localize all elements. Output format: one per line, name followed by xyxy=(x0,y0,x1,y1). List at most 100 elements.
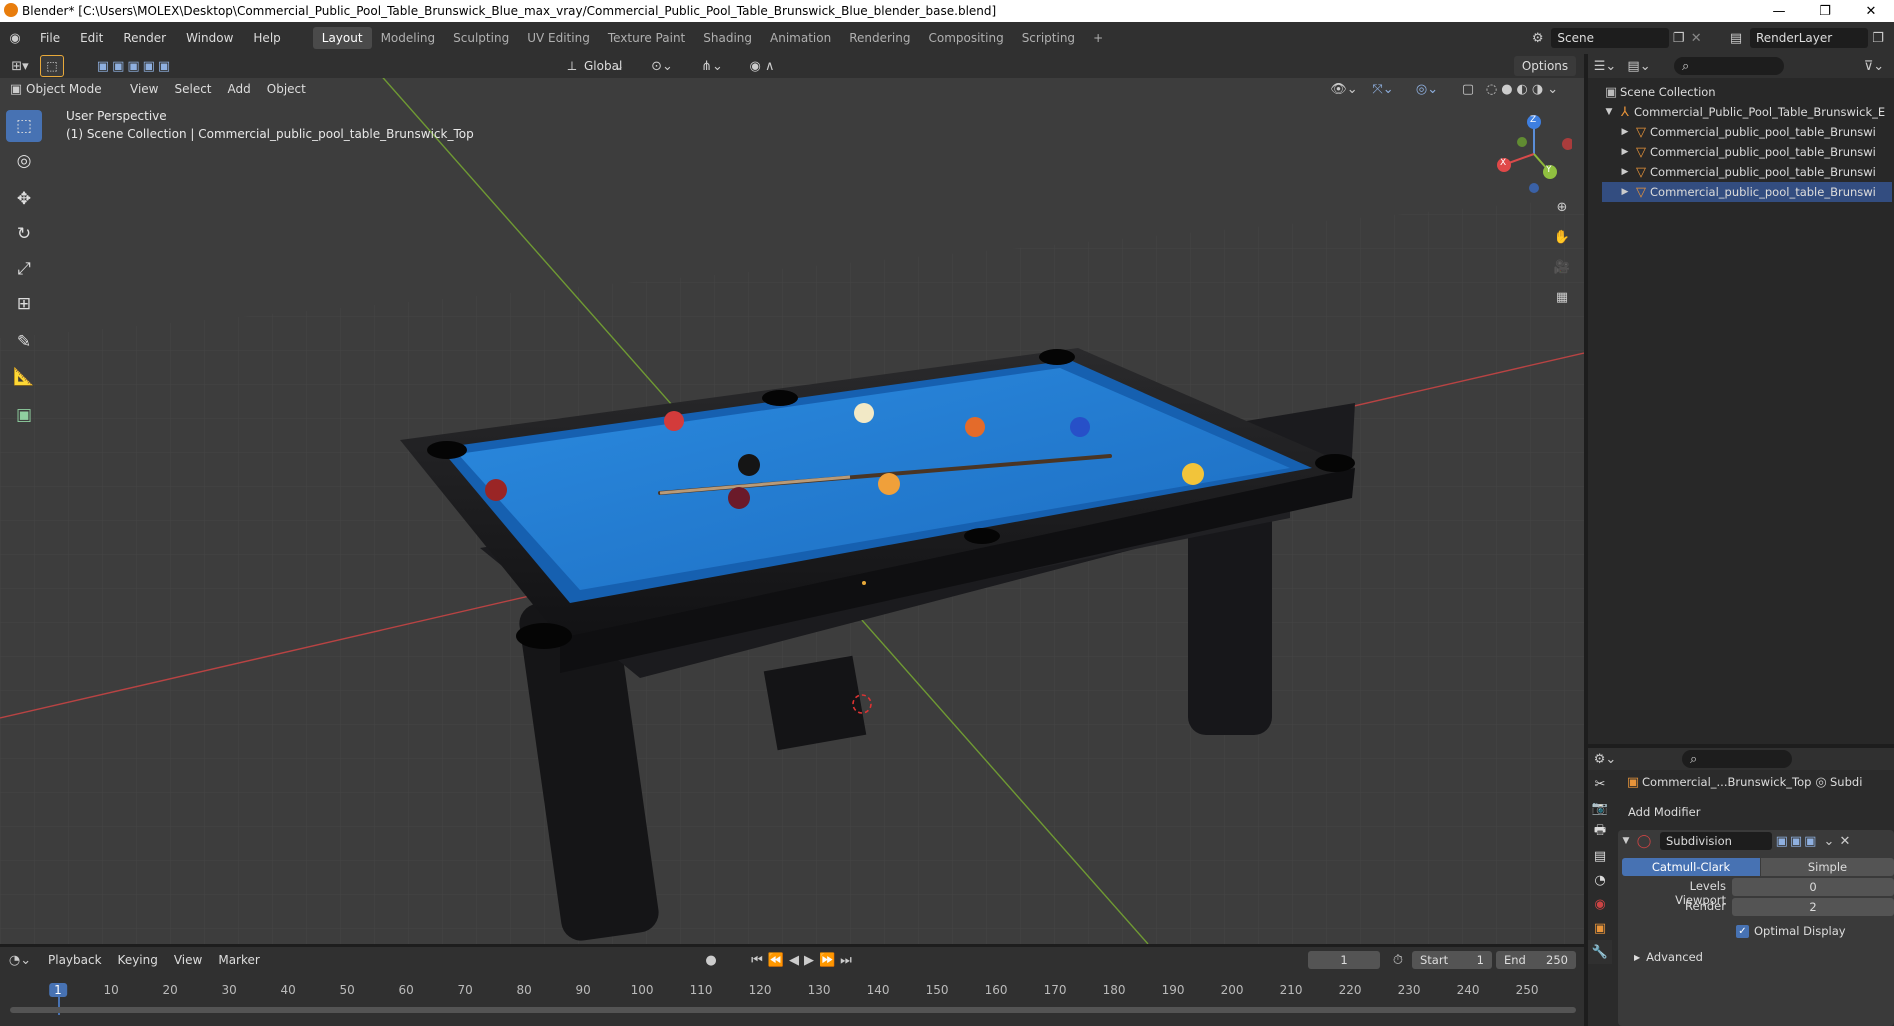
tab-rendering[interactable]: Rendering xyxy=(840,27,919,49)
selection-mode-icons[interactable]: ▣▣▣▣▣ xyxy=(90,59,180,74)
modifier-tab-icon[interactable]: 🔧 xyxy=(1588,940,1612,964)
visibility-icon[interactable]: 👁⌄ xyxy=(1330,82,1358,97)
timeline-menu-view[interactable]: View xyxy=(166,949,210,971)
blender-menu-icon[interactable]: ◉ xyxy=(0,31,30,46)
expand-icon[interactable]: ▼ xyxy=(1602,107,1616,117)
viewport-menu-add[interactable]: Add xyxy=(220,78,259,100)
outliner-object[interactable]: ▶ ▽ Commercial_public_pool_table_Brunswi xyxy=(1602,142,1892,162)
remove-scene-icon[interactable]: ✕ xyxy=(1688,31,1704,46)
copy-layer-icon[interactable]: ❐ xyxy=(1868,31,1888,46)
filter-icon[interactable]: ⊽⌄ xyxy=(1862,59,1886,74)
timeline-menu-playback[interactable]: Playback xyxy=(40,949,110,971)
viewport-menu-view[interactable]: View xyxy=(122,78,166,100)
render-layer-selector[interactable]: ▤ RenderLayer ❐ xyxy=(1722,27,1894,49)
output-tab-icon[interactable]: 🖶 xyxy=(1588,820,1612,844)
outliner-scene-collection[interactable]: ▣ Scene Collection xyxy=(1602,82,1892,102)
current-frame-field[interactable]: 1 xyxy=(1308,951,1380,969)
advanced-subpanel[interactable]: ▶ Advanced xyxy=(1634,950,1703,964)
select-tool-icon[interactable]: ⬚ xyxy=(40,55,64,77)
gizmo-toggle-icon[interactable]: ⤧⌄ xyxy=(1366,82,1400,97)
checkbox-check-icon[interactable]: ✓ xyxy=(1736,924,1749,938)
move-tool-icon[interactable]: ✥ xyxy=(6,183,42,215)
catmull-clark-option[interactable]: Catmull-Clark xyxy=(1622,858,1760,876)
modifier-name-input[interactable]: Subdivision xyxy=(1660,832,1772,850)
menu-render[interactable]: Render xyxy=(113,27,176,49)
expand-icon[interactable]: ▶ xyxy=(1634,953,1640,962)
overlay-toggle-icon[interactable]: ◎⌄ xyxy=(1410,82,1444,97)
scene-tab-icon[interactable]: ◔ xyxy=(1588,868,1612,892)
close-button[interactable]: ✕ xyxy=(1848,0,1894,22)
xray-icon[interactable]: ▢ xyxy=(1458,82,1478,97)
render-layer-name[interactable]: RenderLayer xyxy=(1750,28,1868,48)
display-mode-icon[interactable]: ▤⌄ xyxy=(1622,59,1656,74)
viewport-menu-object[interactable]: Object xyxy=(259,78,314,100)
tab-modeling[interactable]: Modeling xyxy=(372,27,445,49)
scene-selector[interactable]: ⚙ Scene ❐ ✕ xyxy=(1524,27,1704,49)
playback-controls[interactable]: ⏮⏪◀▶⏩⏭ xyxy=(744,953,864,968)
outliner-collection[interactable]: ▼ ⅄ Commercial_Public_Pool_Table_Brunswi… xyxy=(1602,102,1892,122)
object-tab-icon[interactable]: ▣ xyxy=(1588,916,1612,940)
render-tab-icon[interactable]: 📷 xyxy=(1588,796,1612,820)
expand-icon[interactable]: ▶ xyxy=(1618,147,1632,157)
ortho-grid-icon[interactable]: ▦ xyxy=(1548,282,1576,312)
stopwatch-icon[interactable]: ⏱ xyxy=(1388,953,1408,968)
transform-tool-icon[interactable]: ⊞ xyxy=(6,288,42,320)
viewport-menu-select[interactable]: Select xyxy=(166,78,219,100)
tab-sculpting[interactable]: Sculpting xyxy=(444,27,518,49)
add-cube-tool-icon[interactable]: ▣ xyxy=(6,399,42,431)
outliner-search-input[interactable]: ⌕ xyxy=(1674,57,1784,75)
start-frame-field[interactable]: Start 1 xyxy=(1412,951,1492,969)
minimize-button[interactable]: — xyxy=(1756,0,1802,22)
menu-help[interactable]: Help xyxy=(243,27,290,49)
zoom-icon[interactable]: ⊕ xyxy=(1548,192,1576,222)
outliner-object[interactable]: ▶ ▽ Commercial_public_pool_table_Brunswi xyxy=(1602,162,1892,182)
tab-compositing[interactable]: Compositing xyxy=(919,27,1012,49)
timeline-menu-marker[interactable]: Marker xyxy=(210,949,267,971)
editor-type-icon[interactable]: ⊞▾ xyxy=(0,59,40,74)
optimal-display-checkbox[interactable]: ✓ Optimal Display xyxy=(1736,924,1846,938)
tab-scripting[interactable]: Scripting xyxy=(1013,27,1084,49)
timeline-editor-icon[interactable]: ◔⌄ xyxy=(0,953,40,968)
properties-search-input[interactable]: ⌕ xyxy=(1682,750,1792,768)
expand-icon[interactable]: ▶ xyxy=(1618,127,1632,137)
properties-editor-icon[interactable]: ⚙⌄ xyxy=(1588,752,1622,767)
render-levels-field[interactable]: 2 xyxy=(1732,898,1894,916)
tab-uv-editing[interactable]: UV Editing xyxy=(518,27,599,49)
levels-viewport-field[interactable]: 0 xyxy=(1732,878,1894,896)
annotate-tool-icon[interactable]: ✎ xyxy=(6,326,42,358)
outliner-object-selected[interactable]: ▶ ▽ Commercial_public_pool_table_Brunswi xyxy=(1602,182,1892,202)
view-layer-tab-icon[interactable]: ▤ xyxy=(1588,844,1612,868)
measure-tool-icon[interactable]: 📐 xyxy=(6,361,42,393)
copy-scene-icon[interactable]: ❐ xyxy=(1669,31,1689,46)
scale-tool-icon[interactable]: ⤢ xyxy=(6,253,42,285)
expand-icon[interactable]: ▶ xyxy=(1618,187,1632,197)
remove-modifier-icon[interactable]: ✕ xyxy=(1836,834,1854,849)
select-box-tool-icon[interactable]: ⬚ xyxy=(6,110,42,142)
snap-icon[interactable]: ⋔⌄ xyxy=(690,59,734,74)
restore-button[interactable]: ❐ xyxy=(1802,0,1848,22)
tool-tab-icon[interactable]: ✂ xyxy=(1588,772,1612,796)
tab-shading[interactable]: Shading xyxy=(694,27,761,49)
shading-mode-icons[interactable]: ◌●◐◑⌄ xyxy=(1484,82,1564,97)
record-icon[interactable]: ● xyxy=(700,953,722,968)
proportional-edit-icon[interactable]: ◉ ∧ xyxy=(742,59,782,74)
menu-edit[interactable]: Edit xyxy=(70,27,113,49)
timeline-scrollbar[interactable] xyxy=(10,1007,1576,1013)
outliner-editor-icon[interactable]: ☰⌄ xyxy=(1588,59,1622,74)
timeline-menu-keying[interactable]: Keying xyxy=(110,949,166,971)
outliner-object[interactable]: ▶ ▽ Commercial_public_pool_table_Brunswi xyxy=(1602,122,1892,142)
frame-ruler[interactable]: 1 10 20 30 40 50 60 70 80 90 100 110 120 130 140 150 160… xyxy=(0,977,1584,1015)
3d-viewport[interactable]: User Perspective (1) Scene Collection | … xyxy=(0,78,1584,944)
collapse-icon[interactable]: ▼ xyxy=(1618,836,1634,846)
camera-icon[interactable]: 🎥 xyxy=(1548,252,1576,282)
simple-option[interactable]: Simple xyxy=(1761,858,1894,876)
tab-animation[interactable]: Animation xyxy=(761,27,840,49)
expand-icon[interactable]: ▶ xyxy=(1618,167,1632,177)
pan-hand-icon[interactable]: ✋ xyxy=(1548,222,1576,252)
end-frame-field[interactable]: End 250 xyxy=(1496,951,1576,969)
world-tab-icon[interactable]: ◉ xyxy=(1588,892,1612,916)
tab-texture-paint[interactable]: Texture Paint xyxy=(599,27,694,49)
current-frame-marker[interactable]: 1 xyxy=(49,983,67,997)
menu-file[interactable]: File xyxy=(30,27,70,49)
add-modifier-button[interactable]: Add Modifier xyxy=(1624,802,1890,822)
